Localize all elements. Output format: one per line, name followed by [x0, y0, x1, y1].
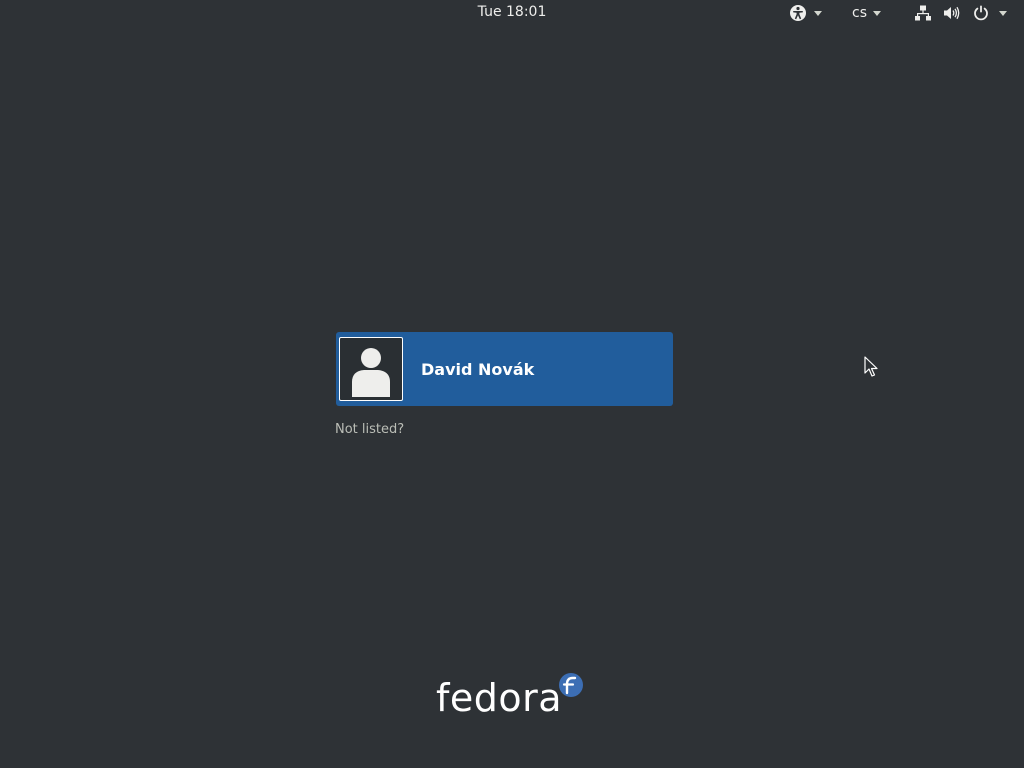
network-wired-icon	[914, 4, 932, 22]
logo-text: fedora	[436, 676, 563, 720]
keyboard-layout-label: cs	[852, 5, 867, 21]
top-bar: Tue 18:01 cs	[0, 0, 1024, 26]
accessibility-icon	[788, 3, 808, 23]
chevron-down-icon	[873, 10, 881, 16]
clock-label[interactable]: Tue 18:01	[478, 4, 547, 20]
chevron-down-icon	[999, 10, 1007, 16]
accessibility-menu[interactable]	[788, 0, 822, 26]
user-avatar-icon	[339, 337, 403, 401]
keyboard-layout-menu[interactable]: cs	[852, 0, 881, 26]
fedora-badge-icon	[558, 672, 584, 702]
user-name: David Novák	[421, 359, 535, 379]
user-list-item[interactable]: David Novák	[336, 332, 673, 406]
mouse-pointer-icon	[864, 356, 878, 382]
volume-icon	[942, 4, 960, 22]
system-menu[interactable]	[914, 0, 1007, 26]
fedora-logo: fedora	[434, 672, 586, 722]
chevron-down-icon	[814, 10, 822, 16]
power-icon	[972, 4, 990, 22]
not-listed-link[interactable]: Not listed?	[335, 422, 404, 437]
